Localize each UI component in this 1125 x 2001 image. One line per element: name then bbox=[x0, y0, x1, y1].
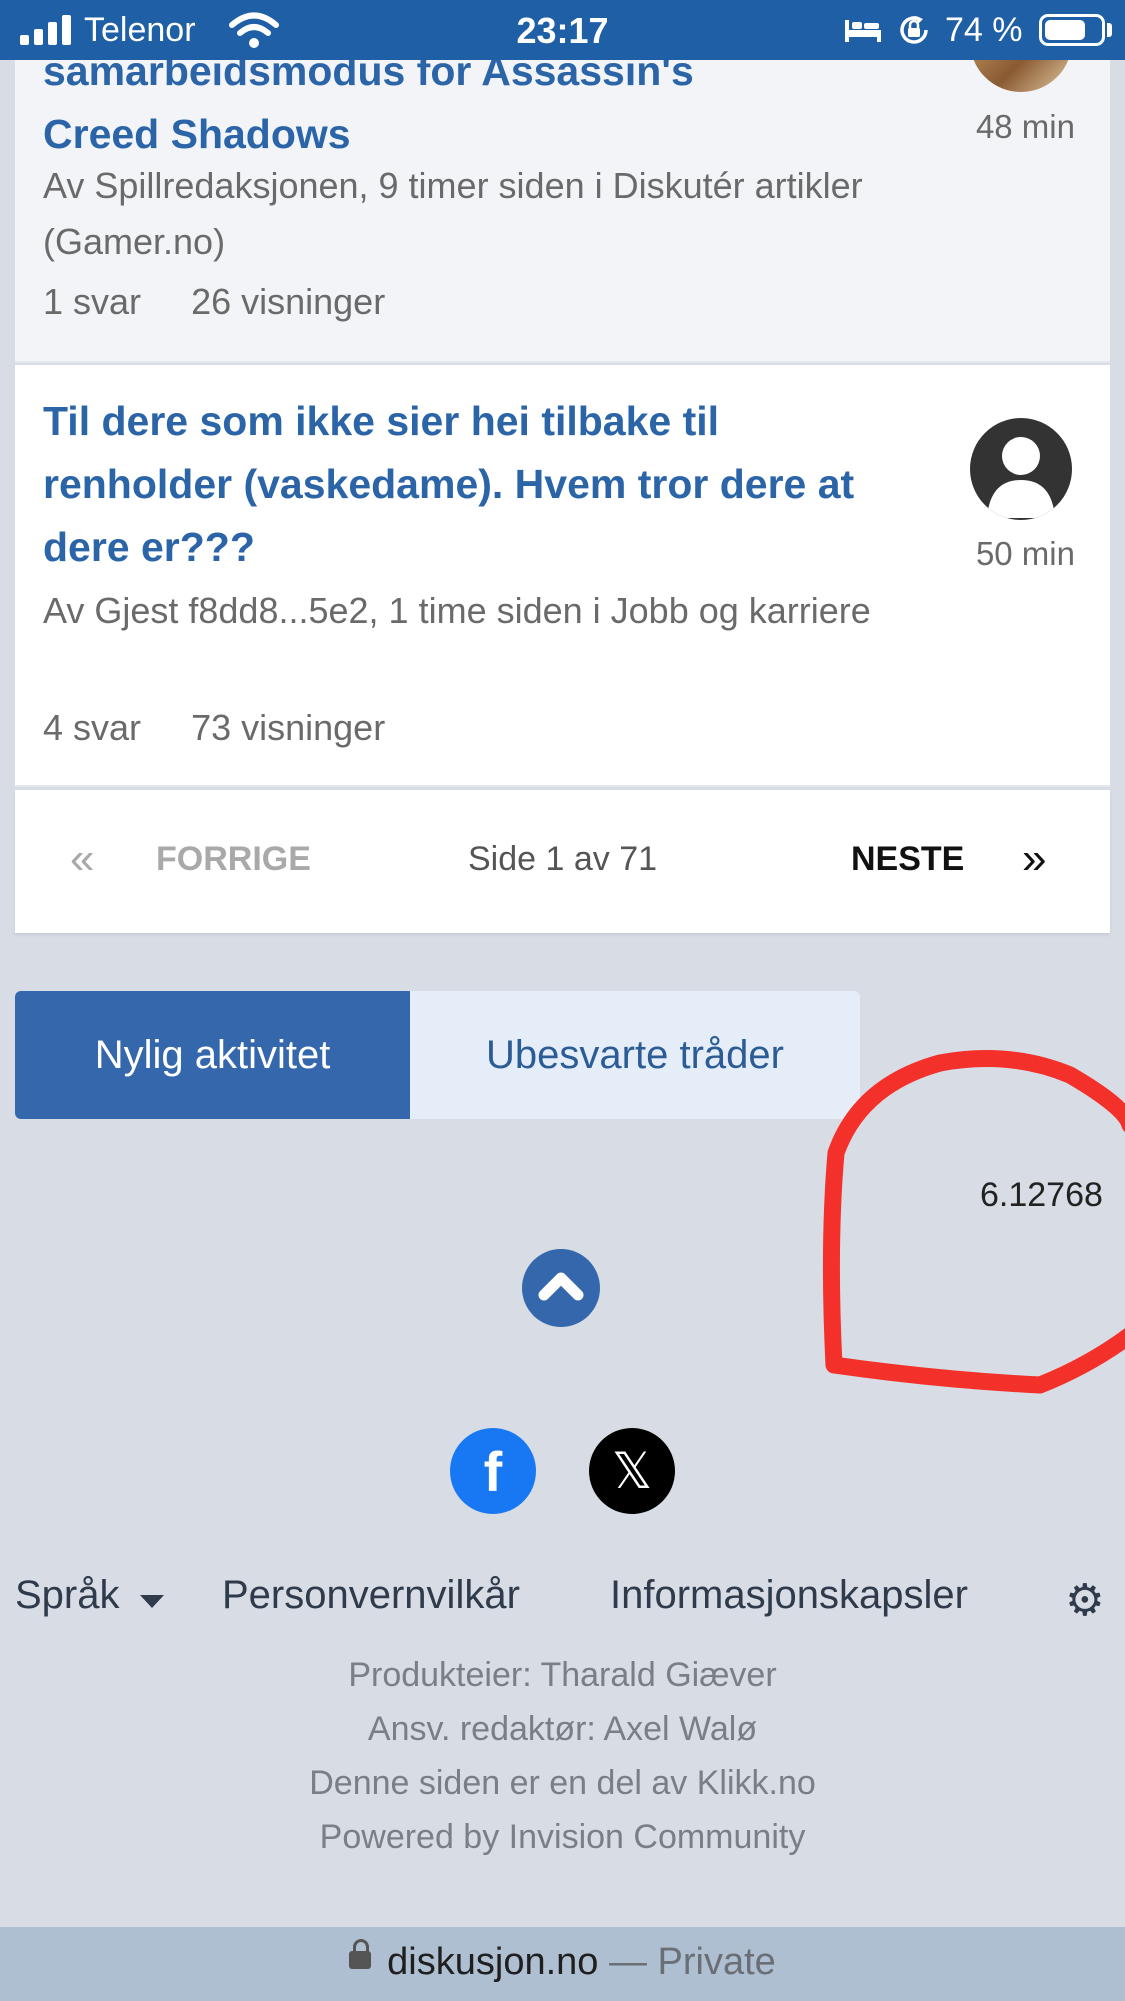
view-count: 26 visninger bbox=[191, 281, 386, 322]
last-reply-time[interactable]: 50 min bbox=[976, 535, 1075, 573]
reply-count: 4 svar bbox=[43, 707, 142, 748]
credit-line: Produkteier: Tharald Giæver bbox=[348, 1656, 777, 1694]
topic-meta: Av Gjest f8dd8...5e2, 1 time siden i Job… bbox=[43, 590, 871, 631]
orientation-lock-icon bbox=[900, 16, 928, 44]
footer-links: Språk Personvernvilkår Informasjonskapsl… bbox=[0, 1573, 1125, 1633]
default-user-icon bbox=[987, 437, 1055, 518]
cookies-link[interactable]: Informasjonskapsler bbox=[610, 1573, 968, 1618]
caret-down-icon[interactable] bbox=[140, 1595, 164, 1608]
battery-icon bbox=[1039, 14, 1105, 46]
url-domain[interactable]: diskusjon.no bbox=[387, 1941, 598, 1983]
battery-cap bbox=[1107, 23, 1112, 37]
language-selector[interactable]: Språk bbox=[15, 1573, 120, 1618]
bed-icon bbox=[845, 20, 881, 42]
footer-credits: Produkteier: Tharald Giæver Ansv. redakt… bbox=[0, 1648, 1125, 1864]
tab-recent-activity[interactable]: Nylig aktivitet bbox=[15, 991, 410, 1119]
red-scribble-annotation bbox=[822, 1050, 1125, 1394]
next-button[interactable]: NESTE bbox=[851, 840, 964, 879]
facebook-icon: f bbox=[483, 1439, 503, 1503]
x-icon: 𝕏 bbox=[611, 1443, 653, 1499]
tab-unanswered-threads[interactable]: Ubesvarte tråder bbox=[410, 991, 860, 1119]
avatar[interactable] bbox=[970, 418, 1072, 520]
topic-title[interactable]: Til dere som ikke sier hei tilbake til r… bbox=[43, 390, 863, 579]
counter-value: 6.12768 bbox=[980, 1176, 1103, 1214]
credit-line[interactable]: Powered by Invision Community bbox=[0, 1810, 1125, 1864]
chevron-up-icon bbox=[538, 1272, 584, 1301]
x-link[interactable]: 𝕏 bbox=[589, 1428, 675, 1514]
last-page-icon[interactable]: » bbox=[1022, 834, 1046, 884]
credit-line[interactable]: Denne siden er en del av Klikk.no bbox=[0, 1756, 1125, 1810]
topic-stats: 4 svar 73 visninger bbox=[43, 703, 425, 753]
facebook-link[interactable]: f bbox=[450, 1428, 536, 1514]
privacy-link[interactable]: Personvernvilkår bbox=[222, 1573, 520, 1618]
private-mode-label: — Private bbox=[598, 1941, 776, 1983]
gear-icon[interactable]: ⚙ bbox=[1065, 1575, 1104, 1626]
status-bar: Telenor 23:17 74 % bbox=[0, 0, 1125, 60]
topic-stats: 1 svar 26 visninger bbox=[43, 277, 425, 327]
last-reply-time[interactable]: 48 min bbox=[976, 108, 1075, 146]
topic-row[interactable]: Til dere som ikke sier hei tilbake til r… bbox=[15, 365, 1110, 787]
reply-count: 1 svar bbox=[43, 281, 142, 322]
address-bar[interactable]: diskusjon.no — Private bbox=[0, 1927, 1125, 2001]
activity-tabs: Nylig aktivitet Ubesvarte tråder bbox=[15, 991, 860, 1119]
topic-meta: Av Spillredaksjonen, 9 timer siden i Dis… bbox=[43, 165, 863, 262]
view-count: 73 visninger bbox=[191, 707, 386, 748]
topic-title-line[interactable]: Creed Shadows bbox=[43, 103, 863, 166]
lock-icon bbox=[349, 1938, 372, 1969]
credit-line: Ansv. redaktør: Axel Walø bbox=[367, 1710, 758, 1748]
battery-percentage: 74 % bbox=[945, 11, 1023, 49]
scroll-to-top-button[interactable] bbox=[522, 1249, 600, 1327]
pagination: « FORRIGE Side 1 av 71 NESTE » bbox=[15, 790, 1110, 933]
battery-level bbox=[1045, 20, 1085, 40]
